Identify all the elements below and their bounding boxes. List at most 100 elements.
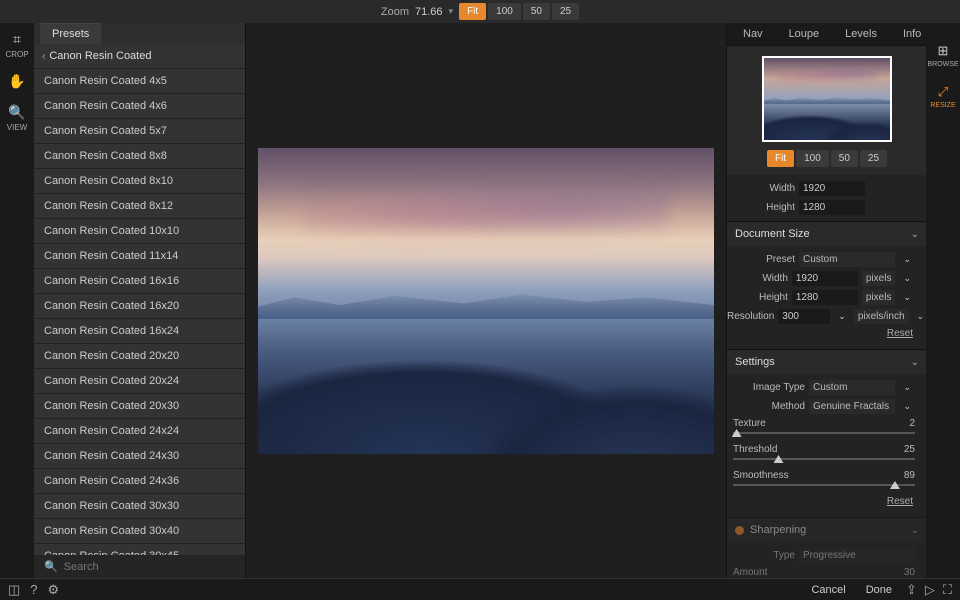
chevron-down-icon[interactable]: ⌄ bbox=[834, 311, 850, 322]
preset-item[interactable]: Canon Resin Coated 24x24 bbox=[34, 419, 245, 444]
sharp-type-label: Type bbox=[727, 550, 795, 561]
method-label: Method bbox=[727, 401, 805, 412]
chevron-down-icon[interactable]: ⌄ bbox=[899, 254, 915, 265]
doc-res-input[interactable] bbox=[778, 309, 830, 324]
chevron-down-icon[interactable]: ▾ bbox=[449, 6, 454, 17]
nav-zoom-fit[interactable]: Fit bbox=[767, 150, 794, 167]
zoom-25-button[interactable]: 25 bbox=[552, 3, 579, 20]
right-panel: Nav Loupe Levels Info Fit 100 50 25 bbox=[726, 23, 960, 578]
doc-width-unit[interactable]: pixels bbox=[862, 271, 896, 286]
amount-slider[interactable]: Amount30 bbox=[727, 565, 921, 578]
fullscreen-icon[interactable]: ⛶ bbox=[943, 582, 952, 598]
help-icon[interactable]: ? bbox=[30, 582, 37, 597]
zoom-button-group: Fit 100 50 25 bbox=[459, 3, 579, 20]
chevron-down-icon[interactable]: ⌄ bbox=[899, 382, 915, 393]
nav-zoom-25[interactable]: 25 bbox=[860, 150, 887, 167]
presets-back-button[interactable]: ‹ Canon Resin Coated bbox=[34, 44, 245, 69]
settings-header[interactable]: Settings ⌄ bbox=[727, 350, 927, 374]
search-input[interactable] bbox=[64, 561, 235, 573]
magnifier-icon: 🔍 bbox=[8, 104, 25, 121]
sharpening-header[interactable]: Sharpening ⌄ bbox=[727, 518, 927, 542]
presets-panel: Presets ‹ Canon Resin Coated Canon Resin… bbox=[34, 23, 246, 578]
doc-height-unit[interactable]: pixels bbox=[862, 290, 896, 305]
cancel-button[interactable]: Cancel bbox=[805, 582, 851, 598]
preset-item[interactable]: Canon Resin Coated 20x30 bbox=[34, 394, 245, 419]
settings-reset[interactable]: Reset bbox=[727, 494, 921, 513]
doc-size-reset[interactable]: Reset bbox=[727, 326, 921, 345]
preset-item[interactable]: Canon Resin Coated 24x30 bbox=[34, 444, 245, 469]
chevron-down-icon[interactable]: ⌄ bbox=[913, 311, 927, 322]
resize-icon: ⤢ bbox=[938, 84, 948, 100]
threshold-slider[interactable]: Threshold25 bbox=[727, 442, 921, 468]
tab-loupe[interactable]: Loupe bbox=[777, 23, 832, 45]
preset-item[interactable]: Canon Resin Coated 5x7 bbox=[34, 119, 245, 144]
preset-item[interactable]: Canon Resin Coated 20x24 bbox=[34, 369, 245, 394]
preset-item[interactable]: Canon Resin Coated 30x40 bbox=[34, 519, 245, 544]
tab-levels[interactable]: Levels bbox=[833, 23, 889, 45]
presets-tab[interactable]: Presets bbox=[40, 23, 101, 44]
browse-tool[interactable]: ⊞ Browse bbox=[927, 43, 958, 68]
export-icon[interactable]: ▷ bbox=[925, 582, 935, 598]
doc-size-header[interactable]: Document Size ⌄ bbox=[727, 222, 927, 246]
nav-thumbnail[interactable] bbox=[762, 56, 892, 142]
preset-item[interactable]: Canon Resin Coated 8x8 bbox=[34, 144, 245, 169]
image-type-label: Image Type bbox=[727, 382, 805, 393]
resize-tool[interactable]: ⤢ Resize bbox=[930, 84, 955, 109]
preset-item[interactable]: Canon Resin Coated 16x16 bbox=[34, 269, 245, 294]
method-select[interactable]: Genuine Fractals bbox=[809, 399, 895, 414]
done-button[interactable]: Done bbox=[860, 582, 898, 598]
nav-zoom-50[interactable]: 50 bbox=[831, 150, 858, 167]
share-icon[interactable]: ⇪ bbox=[906, 582, 917, 598]
crop-tool[interactable]: ⌗ Crop bbox=[5, 31, 28, 59]
canvas-area[interactable] bbox=[246, 23, 726, 578]
doc-res-label: Resolution bbox=[727, 311, 774, 322]
sharp-type-select[interactable]: Progressive bbox=[799, 548, 915, 563]
zoom-value[interactable]: 71.66 bbox=[415, 6, 443, 18]
resize-label: Resize bbox=[930, 102, 955, 109]
image-type-select[interactable]: Custom bbox=[809, 380, 895, 395]
zoom-fit-button[interactable]: Fit bbox=[459, 3, 486, 20]
preset-item[interactable]: Canon Resin Coated 11x14 bbox=[34, 244, 245, 269]
chevron-down-icon: ⌄ bbox=[911, 229, 919, 240]
nav-zoom-100[interactable]: 100 bbox=[796, 150, 829, 167]
texture-slider[interactable]: Texture2 bbox=[727, 416, 921, 442]
chevron-down-icon[interactable]: ⌄ bbox=[899, 292, 915, 303]
chevron-down-icon: ⌄ bbox=[911, 357, 919, 368]
preset-item[interactable]: Canon Resin Coated 8x10 bbox=[34, 169, 245, 194]
preset-item[interactable]: Canon Resin Coated 4x6 bbox=[34, 94, 245, 119]
chevron-down-icon[interactable]: ⌄ bbox=[899, 273, 915, 284]
doc-width-input[interactable] bbox=[792, 271, 858, 286]
preset-item[interactable]: Canon Resin Coated 8x12 bbox=[34, 194, 245, 219]
doc-height-input[interactable] bbox=[792, 290, 858, 305]
preset-item[interactable]: Canon Resin Coated 16x20 bbox=[34, 294, 245, 319]
pixel-height-label: Height bbox=[727, 202, 795, 213]
doc-res-unit[interactable]: pixels/inch bbox=[854, 309, 909, 324]
tab-nav[interactable]: Nav bbox=[731, 23, 775, 45]
pixel-height-input[interactable] bbox=[799, 200, 865, 215]
zoom-100-button[interactable]: 100 bbox=[488, 3, 521, 20]
preset-item[interactable]: Canon Resin Coated 4x5 bbox=[34, 69, 245, 94]
view-label: View bbox=[7, 123, 27, 132]
preset-item[interactable]: Canon Resin Coated 10x10 bbox=[34, 219, 245, 244]
zoom-50-button[interactable]: 50 bbox=[523, 3, 550, 20]
preset-item[interactable]: Canon Resin Coated 20x20 bbox=[34, 344, 245, 369]
left-tool-strip: ⌗ Crop ✋ 🔍 View bbox=[0, 23, 34, 578]
dual-view-icon[interactable]: ◫ bbox=[8, 582, 20, 598]
preset-list[interactable]: Canon Resin Coated 4x5Canon Resin Coated… bbox=[34, 69, 245, 555]
preset-select[interactable]: Custom bbox=[799, 252, 895, 267]
preset-item[interactable]: Canon Resin Coated 30x45 bbox=[34, 544, 245, 555]
main-image bbox=[258, 148, 714, 454]
sharpening-toggle[interactable] bbox=[735, 526, 744, 535]
chevron-down-icon[interactable]: ⌄ bbox=[899, 401, 915, 412]
gear-icon[interactable]: ⚙ bbox=[48, 582, 60, 598]
smoothness-slider[interactable]: Smoothness89 bbox=[727, 468, 921, 494]
top-toolbar: Zoom 71.66 ▾ Fit 100 50 25 bbox=[0, 0, 960, 23]
doc-width-label: Width bbox=[727, 273, 788, 284]
pixel-width-input[interactable] bbox=[799, 181, 865, 196]
view-tool[interactable]: 🔍 View bbox=[7, 104, 27, 132]
preset-item[interactable]: Canon Resin Coated 24x36 bbox=[34, 469, 245, 494]
pan-tool[interactable]: ✋ bbox=[8, 73, 25, 90]
preset-item[interactable]: Canon Resin Coated 30x30 bbox=[34, 494, 245, 519]
preset-item[interactable]: Canon Resin Coated 16x24 bbox=[34, 319, 245, 344]
presets-search: 🔍 bbox=[34, 555, 245, 578]
